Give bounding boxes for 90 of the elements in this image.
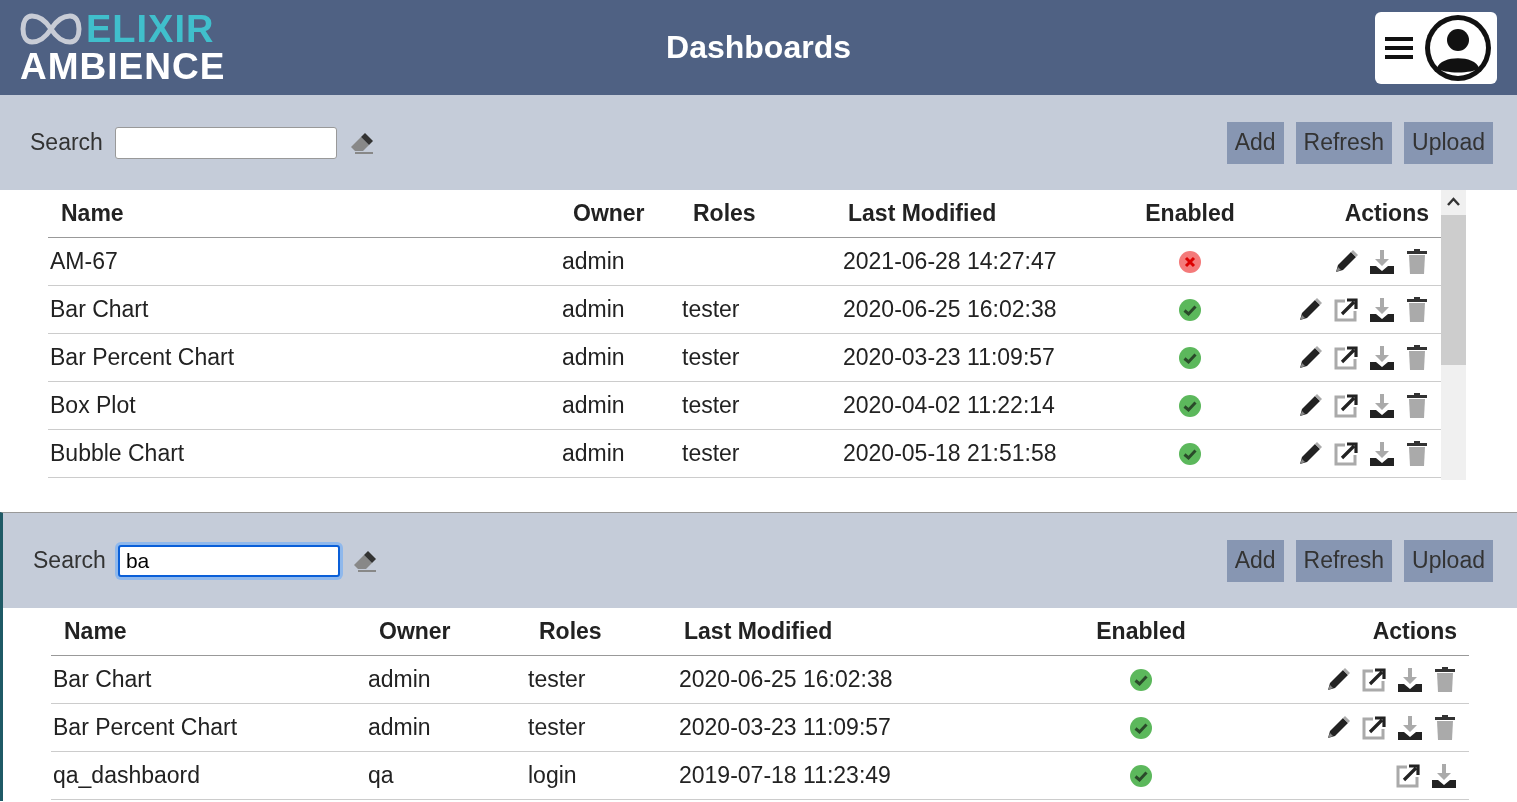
download-icon[interactable] [1431, 762, 1457, 789]
column-header: Actions [1343, 200, 1430, 227]
table-cell-text: 2020-03-23 11:09:57 [678, 714, 892, 741]
logo-text: AMBIENCE [20, 48, 226, 85]
column-header: Name [63, 618, 128, 645]
trash-icon[interactable] [1433, 666, 1457, 693]
trash-icon[interactable] [1405, 440, 1429, 467]
download-icon[interactable] [1397, 666, 1423, 693]
column-header: Owner [378, 618, 452, 645]
table-cell-text: Bar Percent Chart [52, 714, 239, 741]
external-link-icon[interactable] [1333, 296, 1359, 323]
column-header: Roles [538, 618, 603, 645]
table-cell-text: 2020-04-02 11:22:14 [842, 392, 1056, 419]
table-cell-text: 2020-06-25 16:02:38 [842, 296, 1058, 323]
table-cell-text: Bubble Chart [49, 440, 186, 467]
table-cell-text: AM-67 [49, 248, 119, 275]
toolbar-button[interactable]: Add [1226, 539, 1284, 582]
table-cell-text: Box Plot [49, 392, 137, 419]
search-label: Search [33, 547, 106, 574]
table-cell-text: 2020-06-25 16:02:38 [678, 666, 894, 693]
search-field[interactable] [114, 126, 337, 159]
table-cell-text: 2021-06-28 14:27:47 [842, 248, 1058, 275]
table-cell-text: 2019-07-18 11:23:49 [678, 762, 892, 789]
trash-icon[interactable] [1405, 392, 1429, 419]
column-header: Last Modified [683, 618, 834, 645]
table-cell-text: admin [561, 440, 626, 467]
table-cell-text: tester [681, 440, 741, 467]
table-cell-text: admin [561, 392, 626, 419]
column-header: Last Modified [847, 200, 998, 227]
table-cell-text: Bar Percent Chart [49, 344, 236, 371]
external-link-icon[interactable] [1333, 440, 1359, 467]
column-header: Enabled [1095, 618, 1187, 645]
download-icon[interactable] [1369, 440, 1395, 467]
column-header: Name [60, 200, 125, 227]
download-icon[interactable] [1369, 296, 1395, 323]
table-cell-text: admin [367, 666, 432, 693]
external-link-icon[interactable] [1333, 392, 1359, 419]
toolbar-button[interactable]: Refresh [1295, 539, 1393, 582]
table-cell-text: qa [367, 762, 395, 789]
trash-icon[interactable] [1405, 248, 1429, 275]
trash-icon[interactable] [1405, 296, 1429, 323]
download-icon[interactable] [1369, 392, 1395, 419]
table-cell-text: tester [527, 714, 587, 741]
table-cell-text: tester [681, 392, 741, 419]
toolbar-button[interactable]: Add [1226, 121, 1284, 164]
pencil-icon[interactable] [1297, 440, 1323, 467]
table-cell-text: qa_dashbaord [52, 762, 202, 789]
scrollbar[interactable] [1441, 190, 1466, 480]
table-cell-text: admin [561, 296, 626, 323]
toolbar-button[interactable]: Refresh [1295, 121, 1393, 164]
trash-icon[interactable] [1433, 714, 1457, 741]
infinity-logo-icon [20, 12, 82, 46]
user-avatar-icon[interactable] [1423, 12, 1493, 83]
toolbar-button[interactable]: Upload [1404, 121, 1493, 164]
pencil-icon[interactable] [1297, 344, 1323, 371]
search-label: Search [30, 129, 103, 156]
pencil-icon[interactable] [1325, 666, 1351, 693]
table-cell-text: tester [681, 344, 741, 371]
column-header: Enabled [1144, 200, 1236, 227]
table-cell-text: Bar Chart [52, 666, 153, 693]
trash-icon[interactable] [1405, 344, 1429, 371]
pencil-icon[interactable] [1297, 392, 1323, 419]
download-icon[interactable] [1369, 248, 1395, 275]
table-cell-text: admin [367, 714, 432, 741]
external-link-icon[interactable] [1333, 344, 1359, 371]
table-cell-text: admin [561, 344, 626, 371]
column-header: Roles [692, 200, 757, 227]
table-cell-text: 2020-05-18 21:51:58 [842, 440, 1058, 467]
menu-icon[interactable] [1385, 35, 1413, 60]
table-cell-text: tester [681, 296, 741, 323]
download-icon[interactable] [1369, 344, 1395, 371]
search-field[interactable]: ba [117, 544, 340, 577]
column-header: Actions [1371, 618, 1458, 645]
logo-text: ELIXIR [86, 10, 215, 48]
pencil-icon[interactable] [1325, 714, 1351, 741]
external-link-icon[interactable] [1395, 762, 1421, 789]
table-cell-text: 2020-03-23 11:09:57 [842, 344, 1056, 371]
toolbar-button[interactable]: Upload [1404, 539, 1493, 582]
table-cell-text: login [527, 762, 578, 789]
table-cell-text: Bar Chart [49, 296, 150, 323]
table-cell-text: tester [527, 666, 587, 693]
external-link-icon[interactable] [1361, 666, 1387, 693]
page-title: Dashboards [666, 29, 851, 66]
download-icon[interactable] [1397, 714, 1423, 741]
user-menu[interactable] [1375, 11, 1497, 84]
pencil-icon[interactable] [1297, 296, 1323, 323]
pencil-icon[interactable] [1333, 248, 1359, 275]
table-cell-text: admin [561, 248, 626, 275]
column-header: Owner [572, 200, 646, 227]
external-link-icon[interactable] [1361, 714, 1387, 741]
